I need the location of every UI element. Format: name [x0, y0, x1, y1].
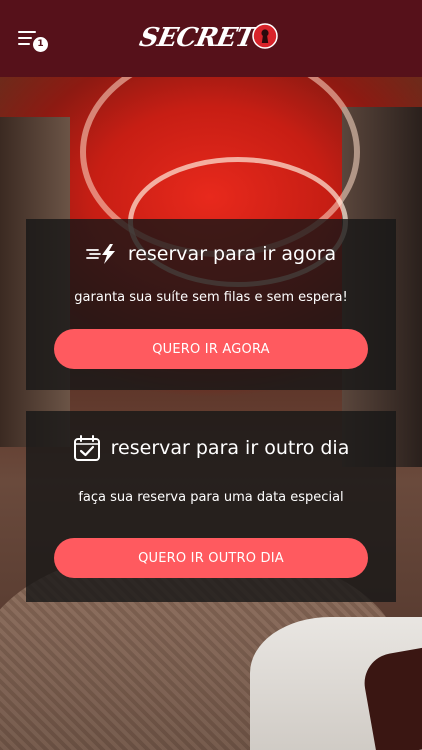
menu-button[interactable]: 1	[16, 27, 50, 55]
card-subtitle: garanta sua suíte sem filas e sem espera…	[74, 290, 348, 305]
reserve-now-button[interactable]: QUERO IR AGORA	[54, 329, 368, 369]
keyhole-icon	[252, 23, 278, 49]
card-title: reservar para ir outro dia	[110, 437, 350, 459]
notification-badge: 1	[33, 37, 48, 52]
logo-text: SECRET	[136, 23, 258, 53]
app-header: 1 SECRET	[0, 0, 422, 77]
card-title: reservar para ir agora	[127, 243, 337, 265]
calendar-check-icon	[73, 435, 100, 461]
reserve-other-day-button[interactable]: QUERO IR OUTRO DIA	[54, 538, 368, 578]
app-logo: SECRET	[137, 19, 280, 57]
card-subtitle: faça sua reserva para uma data especial	[78, 490, 344, 505]
reserve-now-card: reservar para ir agora garanta sua suíte…	[26, 219, 396, 390]
menu-icon	[18, 31, 36, 33]
reserve-other-day-card: reservar para ir outro dia faça sua rese…	[26, 411, 396, 602]
fast-bolt-icon	[85, 244, 115, 264]
